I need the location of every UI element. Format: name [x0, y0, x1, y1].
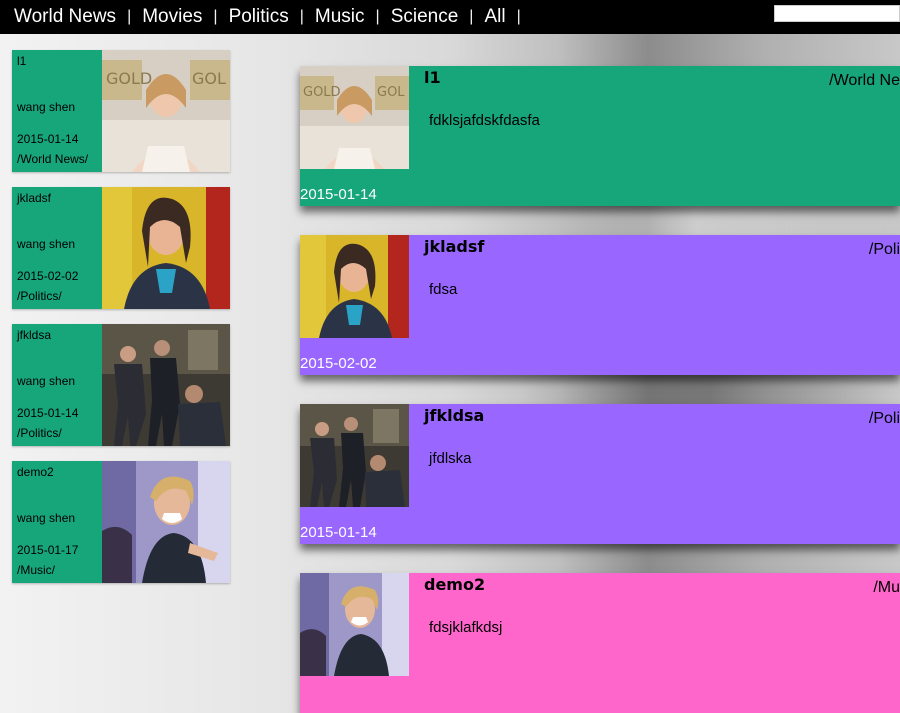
nav-item-politics[interactable]: Politics [229, 0, 289, 34]
sidebar-card-author: wang shen [17, 511, 76, 525]
feed-post-date: 2015-01-14 [300, 186, 377, 203]
nav-separator: | [213, 8, 218, 25]
sidebar-card[interactable]: jfkldsa wang shen 2015-01-14 /Politics/ [12, 324, 230, 446]
woman-news-studio-photo[interactable] [300, 235, 409, 338]
svg-text:GOLD: GOLD [303, 85, 341, 100]
sidebar-card-category[interactable]: /Politics/ [17, 426, 62, 440]
feed-post-body: fdsjklafkdsj [429, 619, 503, 636]
feed-post-date: 2015-01-14 [300, 524, 377, 541]
feed-post-category[interactable]: /Poli [869, 410, 900, 428]
sidebar-card-info: demo2 wang shen 2015-01-17 /Music/ [12, 461, 102, 583]
golden-globes-woman-photo[interactable]: GOLD GOL [300, 66, 409, 169]
svg-text:GOLD: GOLD [106, 69, 152, 88]
sidebar-card-title: demo2 [17, 465, 54, 479]
nav-item-movies[interactable]: Movies [142, 0, 202, 34]
sidebar-card-author: wang shen [17, 237, 76, 251]
sidebar-card-category[interactable]: /Politics/ [17, 289, 62, 303]
nav-item-world-news[interactable]: World News [14, 0, 116, 34]
sidebar-card[interactable]: jkladsf wang shen 2015-02-02 /Politics/ [12, 187, 230, 309]
sidebar-card-date: 2015-02-02 [17, 269, 79, 283]
sidebar-card-author: wang shen [17, 100, 76, 114]
feed-post[interactable]: GOLD GOL l1 /World Ne fdklsjafdskfdasfa … [300, 66, 900, 206]
smiling-young-man-photo[interactable] [102, 461, 230, 583]
feed-post-date: 2015-02-02 [300, 355, 377, 372]
nav-item-science[interactable]: Science [391, 0, 459, 34]
sidebar-card-author: wang shen [17, 374, 76, 388]
golden-globes-woman-photo[interactable]: GOLD GOL [102, 50, 230, 172]
sidebar-card-info: l1 wang shen 2015-01-14 /World News/ [12, 50, 102, 172]
search-input[interactable] [774, 5, 900, 22]
woman-news-studio-photo[interactable] [102, 187, 230, 309]
feed-post-body: jfdlska [429, 450, 472, 467]
sidebar-card-category[interactable]: /World News/ [17, 152, 88, 166]
svg-text:GOL: GOL [192, 69, 226, 88]
svg-text:GOL: GOL [377, 85, 405, 100]
sidebar-card-date: 2015-01-14 [17, 406, 79, 420]
feed-post-title[interactable]: demo2 [424, 575, 485, 594]
nav-separator: | [299, 8, 304, 25]
sidebar-card-title: jkladsf [17, 191, 52, 205]
feed-post[interactable]: jkladsf /Poli fdsa 2015-02-02 [300, 235, 900, 375]
nav-separator: | [469, 8, 474, 25]
feed-post-category[interactable]: /Poli [869, 241, 900, 259]
sidebar-card[interactable]: l1 wang shen 2015-01-14 /World News/ GOL… [12, 50, 230, 172]
feed-post-body: fdklsjafdskfdasfa [429, 112, 540, 129]
feed-post-title[interactable]: jkladsf [424, 237, 484, 256]
nav-item-all[interactable]: All [484, 0, 505, 34]
feed-post[interactable]: jfkldsa /Poli jfdlska 2015-01-14 [300, 404, 900, 544]
sidebar-card-date: 2015-01-14 [17, 132, 79, 146]
nav-menu: World News | Movies | Politics | Music |… [0, 0, 532, 34]
smiling-young-man-photo[interactable] [300, 573, 409, 676]
nav-separator: | [375, 8, 380, 25]
sidebar-card-category[interactable]: /Music/ [17, 563, 55, 577]
sidebar-article-list: l1 wang shen 2015-01-14 /World News/ GOL… [12, 50, 230, 598]
sidebar-card[interactable]: demo2 wang shen 2015-01-17 /Music/ [12, 461, 230, 583]
feed-post-title[interactable]: l1 [424, 68, 441, 87]
sidebar-card-info: jkladsf wang shen 2015-02-02 /Politics/ [12, 187, 102, 309]
feed-post-category[interactable]: /World Ne [829, 72, 900, 90]
sidebar-card-title: jfkldsa [17, 328, 52, 342]
nav-separator: | [127, 8, 132, 25]
feed-post[interactable]: demo2 /Mu fdsjklafkdsj [300, 573, 900, 713]
sidebar-card-info: jfkldsa wang shen 2015-01-14 /Politics/ [12, 324, 102, 446]
nav-item-music[interactable]: Music [315, 0, 365, 34]
action-fight-scene-photo[interactable] [102, 324, 230, 446]
sidebar-card-date: 2015-01-17 [17, 543, 79, 557]
feed-post-body: fdsa [429, 281, 458, 298]
action-fight-scene-photo[interactable] [300, 404, 409, 507]
nav-separator: | [516, 8, 521, 25]
top-navigation-bar: World News | Movies | Politics | Music |… [0, 0, 900, 34]
feed-post-title[interactable]: jfkldsa [424, 406, 484, 425]
sidebar-card-title: l1 [17, 54, 27, 68]
feed-post-category[interactable]: /Mu [873, 579, 900, 597]
